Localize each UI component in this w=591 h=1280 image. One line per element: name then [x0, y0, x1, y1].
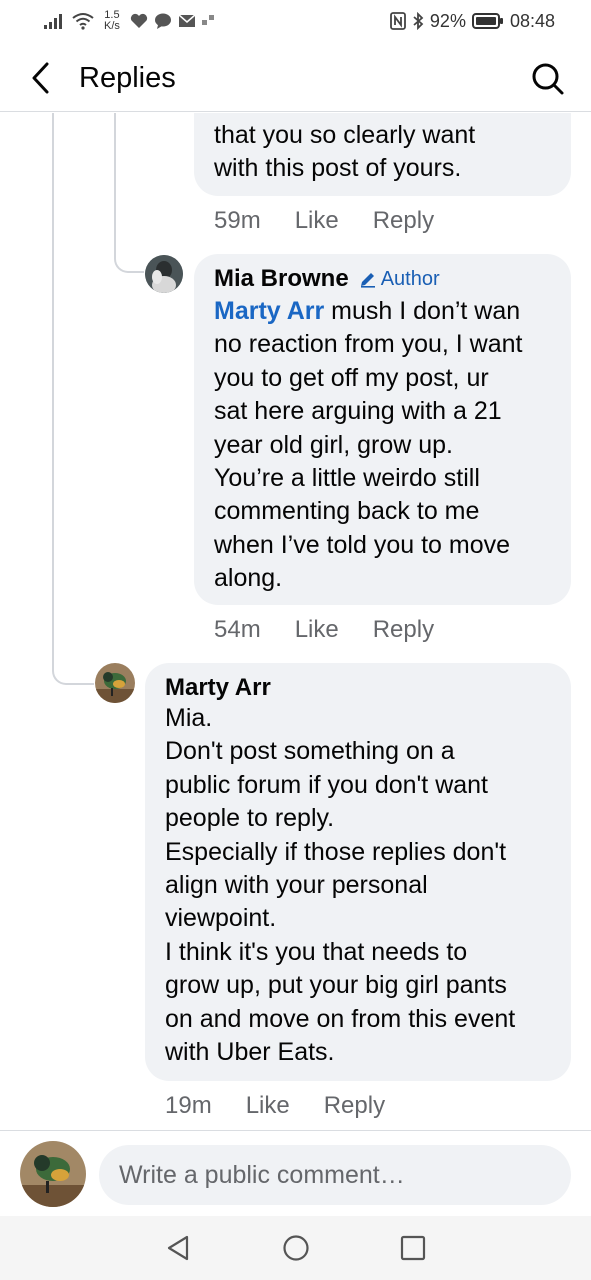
comment-timestamp: 54m — [214, 616, 261, 643]
nfc-icon — [390, 12, 406, 30]
like-button[interactable]: Like — [246, 1092, 290, 1120]
thread-curve-outer — [52, 653, 94, 685]
comment-input[interactable] — [99, 1145, 571, 1205]
page-title: Replies — [79, 62, 176, 94]
pencil-icon — [360, 273, 375, 288]
mail-icon — [178, 14, 196, 28]
back-arrow-icon — [32, 62, 49, 94]
mention-link[interactable]: Marty Arr — [214, 297, 324, 325]
comment-author[interactable]: Mia Browne Author — [214, 265, 440, 293]
comment-composer — [0, 1130, 591, 1216]
author-name: Marty Arr — [165, 674, 271, 701]
user-avatar[interactable] — [20, 1141, 86, 1207]
author-badge-label: Author — [380, 267, 440, 290]
circle-home-icon — [282, 1235, 309, 1261]
battery-icon — [471, 12, 504, 30]
net-speed: 1.5 K/s — [104, 10, 120, 32]
system-nav-bar — [0, 1216, 591, 1280]
comment-bubble[interactable]: Mia Browne Author Marty Arr mush I don’t… — [194, 254, 571, 605]
thread-curve-inner — [114, 241, 144, 273]
nav-home-button[interactable] — [276, 1228, 316, 1268]
comment-author[interactable]: Marty Arr — [165, 674, 271, 702]
status-bar: 1.5 K/s 92% 08:48 — [0, 0, 591, 42]
thread-line-outer — [52, 113, 54, 653]
comment-timestamp: 19m — [165, 1092, 212, 1119]
comment-actions: 59m Like Reply — [214, 207, 434, 235]
like-button[interactable]: Like — [295, 616, 339, 644]
comment-actions: 19m Like Reply — [165, 1092, 385, 1120]
thread-line-inner — [114, 113, 116, 241]
reply-button[interactable]: Reply — [324, 1092, 385, 1120]
wifi-icon — [72, 12, 94, 30]
comment-text: Mia. Don't post something on a public fo… — [165, 704, 516, 1067]
search-icon — [532, 63, 564, 95]
triangle-back-icon — [167, 1235, 188, 1261]
author-badge: Author — [359, 268, 440, 291]
comment-text: Marty Arr mush I don’t wan no reaction f… — [214, 295, 551, 596]
comment-text: that you so clearly want with this post … — [214, 121, 476, 183]
status-right: 92% 08:48 — [390, 11, 555, 32]
avatar[interactable] — [145, 255, 183, 293]
like-button[interactable]: Like — [295, 207, 339, 235]
avatar[interactable] — [95, 663, 135, 703]
battery-percent: 92% — [429, 10, 466, 31]
square-recents-icon — [400, 1235, 425, 1261]
comment-bubble[interactable]: that you so clearly want with this post … — [194, 113, 571, 196]
comment-timestamp: 59m — [214, 207, 261, 234]
comment-bubble[interactable]: Marty Arr Mia. Don't post something on a… — [145, 663, 571, 1081]
nav-back-button[interactable] — [159, 1228, 199, 1268]
author-name: Mia Browne — [214, 265, 349, 292]
messenger-icon — [154, 13, 172, 29]
reply-thread: that you so clearly want with this post … — [0, 113, 591, 1130]
clock: 08:48 — [509, 10, 555, 31]
reply-button[interactable]: Reply — [373, 616, 434, 644]
top-nav: Replies — [0, 48, 591, 112]
net-speed-unit: K/s — [104, 20, 120, 32]
comment-body: mush I don’t wan no reaction from you, I… — [214, 297, 523, 593]
signal-icon — [44, 13, 66, 29]
comment-actions: 54m Like Reply — [214, 616, 434, 644]
heart-icon — [130, 13, 148, 29]
nav-recents-button[interactable] — [393, 1228, 433, 1268]
status-left: 1.5 K/s — [44, 10, 216, 32]
search-button[interactable] — [529, 60, 567, 98]
dots-icon — [201, 14, 216, 28]
reply-button[interactable]: Reply — [373, 207, 434, 235]
bluetooth-icon — [412, 12, 424, 30]
back-button[interactable] — [22, 60, 58, 96]
